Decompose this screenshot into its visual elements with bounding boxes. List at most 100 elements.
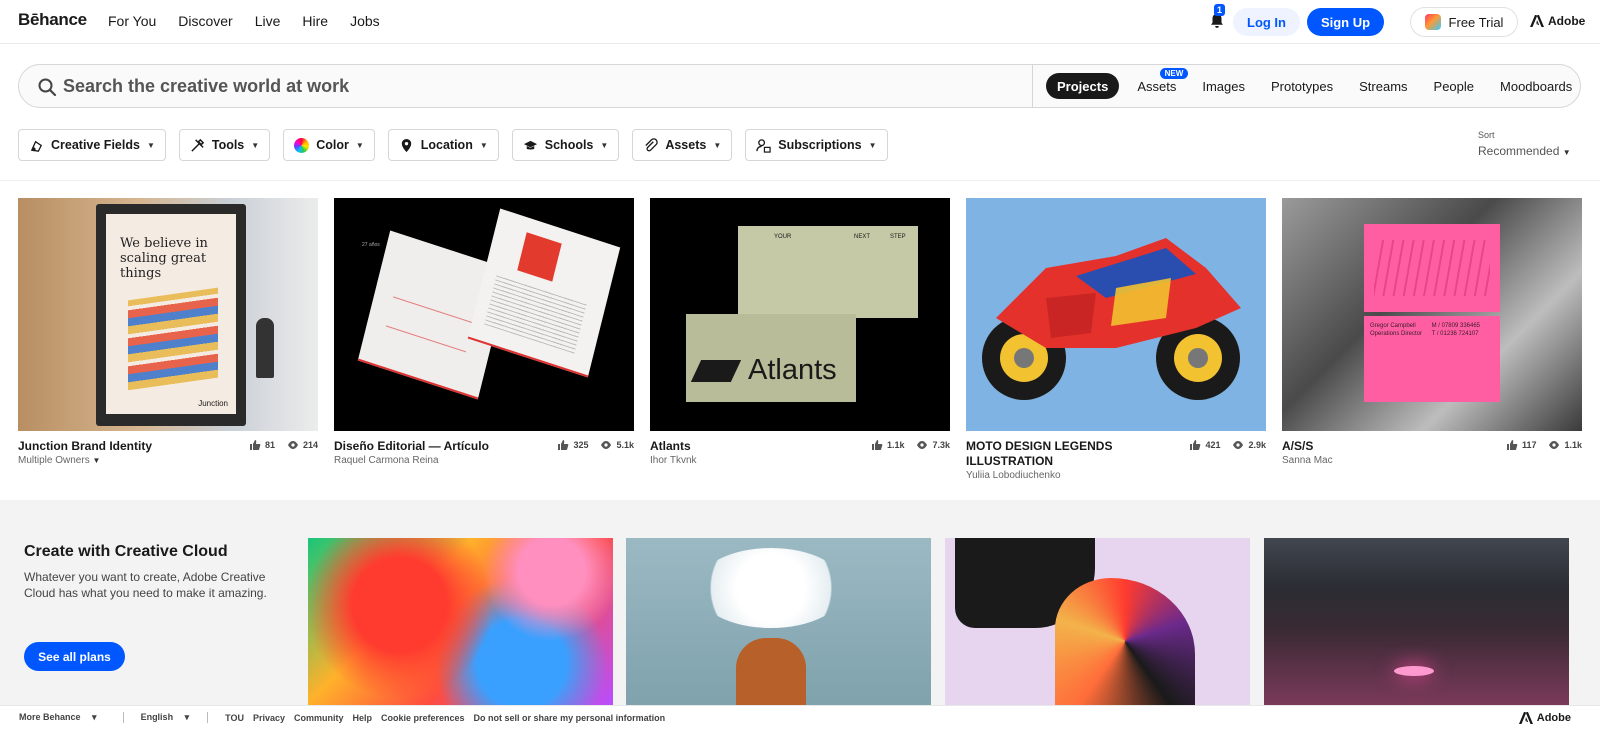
eye-icon [287, 441, 298, 449]
pink-card-back [1364, 224, 1500, 312]
tab-streams[interactable]: Streams [1359, 73, 1407, 99]
filter-tools[interactable]: Tools ▼ [178, 129, 271, 161]
adobe-logo-icon [1530, 15, 1544, 27]
filter-creative-fields[interactable]: Creative Fields ▼ [18, 129, 166, 161]
project-owner[interactable]: Sanna Mac [1282, 455, 1582, 466]
search-input[interactable] [63, 65, 1023, 107]
graduation-cap-icon [523, 140, 537, 149]
footer-link-privacy[interactable]: Privacy [253, 713, 285, 723]
promo-image-collage[interactable] [945, 538, 1250, 705]
login-button[interactable]: Log In [1233, 8, 1300, 36]
footer-adobe-link[interactable]: Adobe [1518, 712, 1580, 724]
nav-jobs[interactable]: Jobs [350, 13, 380, 29]
envelope-text: YOUR [774, 234, 792, 240]
project-title[interactable]: MOTO DESIGN LEGENDS ILLUSTRATION [966, 439, 1166, 469]
project-title[interactable]: A/S/S [1282, 439, 1482, 454]
project-card[interactable]: Gregor Campbell Operations Director M / … [1282, 198, 1582, 466]
nav-hire[interactable]: Hire [302, 13, 328, 29]
chevron-down-icon: ▼ [1562, 148, 1571, 157]
project-card[interactable]: YOUR NEXT STEP Atlants Atlants Ihor Tkvn… [650, 198, 950, 466]
tab-projects[interactable]: Projects [1046, 73, 1120, 99]
main-nav: For You Discover Live Hire Jobs [108, 13, 402, 29]
eye-icon [1549, 441, 1560, 449]
filter-color[interactable]: Color ▼ [283, 129, 375, 161]
thumbs-up-icon [871, 440, 883, 450]
notification-badge: 1 [1214, 4, 1226, 16]
filter-label: Tools [211, 138, 245, 152]
envelope-front: Atlants [686, 314, 856, 402]
adobe-link[interactable]: Adobe [1530, 14, 1585, 28]
footer-link-do-not-sell[interactable]: Do not sell or share my personal informa… [474, 713, 666, 723]
view-count: 5.1k [616, 440, 634, 450]
owner-name: Multiple Owners [18, 455, 90, 466]
see-all-plans-button[interactable]: See all plans [24, 642, 125, 671]
filter-location[interactable]: Location ▼ [387, 129, 499, 161]
footer-link-help[interactable]: Help [352, 713, 372, 723]
project-card[interactable]: MOTO DESIGN LEGENDS ILLUSTRATION Yuliia … [966, 198, 1266, 481]
sort-value-text: Recommended [1478, 144, 1560, 158]
magazine-red-image [517, 232, 562, 282]
project-card[interactable]: 27 años Diseño Editorial — Artículo Raqu… [334, 198, 634, 466]
project-owner[interactable]: Yuliia Lobodiuchenko [966, 470, 1266, 481]
tab-prototypes[interactable]: Prototypes [1271, 73, 1333, 99]
nav-live[interactable]: Live [255, 13, 281, 29]
project-thumbnail[interactable]: 27 años [334, 198, 634, 431]
project-thumbnail[interactable]: Gregor Campbell Operations Director M / … [1282, 198, 1582, 431]
footer-adobe-label: Adobe [1536, 712, 1571, 724]
envelope-text: STEP [890, 234, 906, 240]
filter-subscriptions[interactable]: Subscriptions ▼ [745, 129, 888, 161]
free-trial-button[interactable]: Free Trial [1410, 7, 1518, 37]
envelope: YOUR NEXT STEP [738, 226, 918, 318]
magazine-body-text [484, 274, 587, 354]
nav-for-you[interactable]: For You [108, 13, 156, 29]
project-card[interactable]: We believe in scaling great things Junct… [18, 198, 318, 466]
signup-button[interactable]: Sign Up [1307, 8, 1384, 36]
chevron-down-icon: ▼ [713, 140, 722, 150]
filter-assets[interactable]: Assets ▼ [632, 129, 733, 161]
sort-label: Sort [1478, 130, 1495, 140]
thumbs-up-icon [1506, 440, 1518, 450]
footer-link-tou[interactable]: TOU [225, 713, 244, 723]
subscription-user-icon [756, 138, 771, 153]
project-thumbnail[interactable]: We believe in scaling great things Junct… [18, 198, 318, 431]
footer-more-behance[interactable]: More Behance ▾ [19, 712, 97, 723]
tab-images[interactable]: Images [1202, 73, 1245, 99]
filter-label: Schools [544, 138, 594, 152]
search-bar: Projects Assets NEW Images Prototypes St… [18, 64, 1581, 108]
project-title[interactable]: Atlants [650, 439, 850, 454]
promo-image-abstract[interactable] [308, 538, 613, 705]
tab-people[interactable]: People [1434, 73, 1474, 99]
promo-image-landscape[interactable] [1264, 538, 1569, 705]
adobe-label: Adobe [1548, 14, 1586, 28]
footer-link-cookies[interactable]: Cookie preferences [381, 713, 465, 723]
chevron-down-icon: ▼ [479, 140, 488, 150]
project-thumbnail[interactable] [966, 198, 1266, 431]
project-owner[interactable]: Multiple Owners ▼ [18, 455, 318, 466]
thumbs-up-icon [1190, 440, 1201, 450]
chevron-down-icon: ▼ [355, 140, 364, 150]
project-owner[interactable]: Raquel Carmona Reina [334, 455, 634, 466]
tab-assets[interactable]: Assets NEW [1137, 68, 1189, 99]
promo-image-cloud[interactable] [626, 538, 931, 705]
footer-more-label: More Behance [19, 712, 81, 722]
tools-icon [191, 138, 205, 152]
project-title[interactable]: Junction Brand Identity [18, 439, 218, 454]
sort-dropdown[interactable]: Sort Recommended ▼ [1478, 130, 1571, 158]
like-count: 117 [1521, 440, 1537, 450]
footer-divider [122, 712, 124, 723]
footer-language[interactable]: English ▾ [141, 712, 190, 723]
magazine-text [385, 296, 474, 353]
nav-discover[interactable]: Discover [178, 13, 232, 29]
filter-schools[interactable]: Schools ▼ [511, 129, 620, 161]
project-title[interactable]: Diseño Editorial — Artículo [334, 439, 534, 454]
location-pin-icon [401, 138, 411, 152]
project-thumbnail[interactable]: YOUR NEXT STEP Atlants [650, 198, 950, 431]
view-count: 2.9k [1248, 440, 1266, 450]
eye-icon [917, 441, 928, 449]
search-icon [38, 78, 57, 97]
footer-link-community[interactable]: Community [294, 713, 344, 723]
behance-logo[interactable]: Bēhance [18, 10, 87, 30]
tab-moodboards[interactable]: Moodboards [1500, 73, 1572, 99]
project-stats: 421 2.9k [1189, 439, 1266, 451]
project-owner[interactable]: Ihor Tkvnk [650, 455, 950, 466]
